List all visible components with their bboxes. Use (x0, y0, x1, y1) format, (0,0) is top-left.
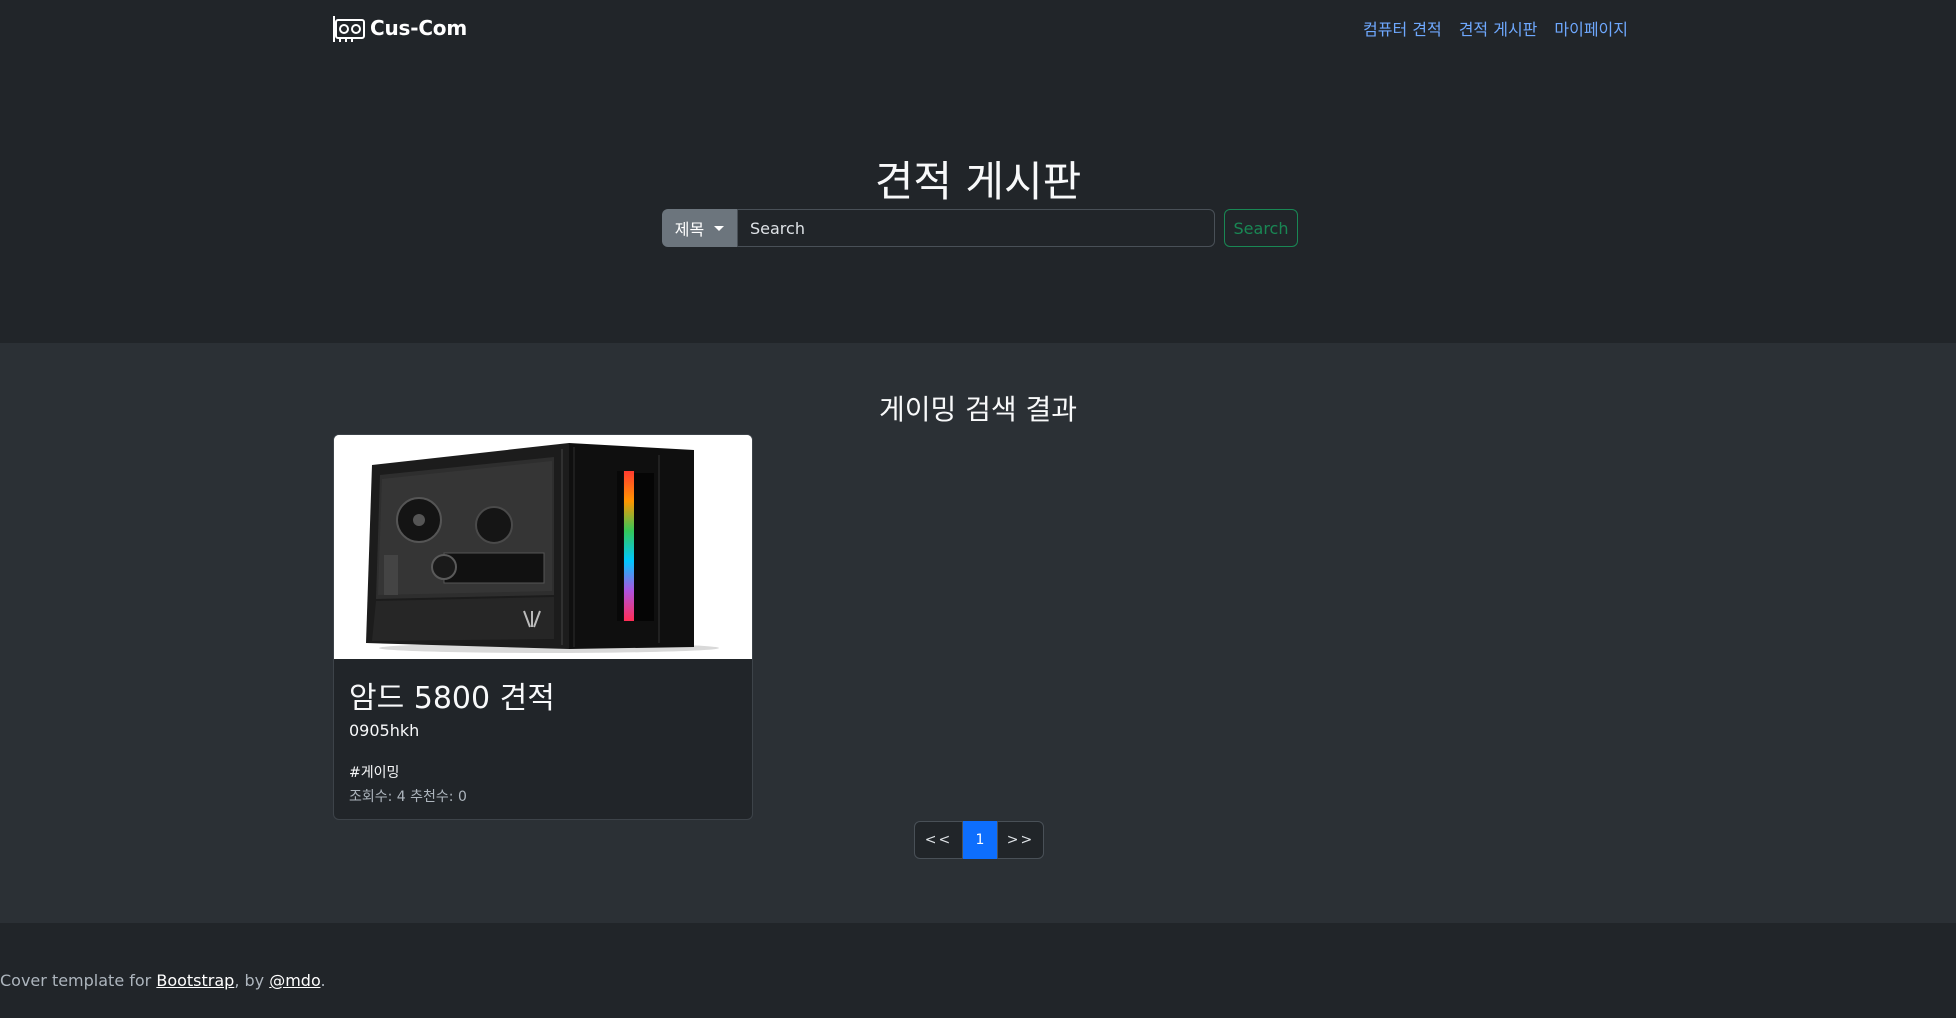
results-title: 게이밍 검색 결과 (878, 393, 1078, 426)
page-header: Cus-Com 컴퓨터 견적 견적 게시판 마이페이지 견적 게시판 제목 Se… (0, 0, 1956, 343)
footer-link-mdo[interactable]: @mdo (269, 971, 320, 990)
search-filter-dropdown[interactable]: 제목 (662, 209, 737, 247)
pagination-next[interactable]: >> (997, 821, 1044, 859)
brand-name: Cus-Com (370, 16, 467, 40)
page-footer: Cover template for Bootstrap, by @mdo. (0, 923, 1956, 1018)
card-stats: 조회수: 4 추천수: 0 (349, 789, 467, 805)
nav-item-pc-estimate[interactable]: 컴퓨터 견적 (1363, 16, 1442, 40)
pc-case-image (334, 435, 752, 659)
card-author: 0905hkh (349, 721, 420, 740)
card-tag: #게이밍 (349, 765, 400, 781)
pagination: << 1 >> (914, 821, 1044, 859)
footer-middle: , by (234, 971, 270, 990)
search-bar: 제목 Search (662, 209, 1298, 247)
nav-item-mypage[interactable]: 마이페이지 (1554, 16, 1628, 40)
footer-suffix: . (320, 971, 326, 990)
main-nav: 컴퓨터 견적 견적 게시판 마이페이지 (1363, 16, 1628, 40)
search-input[interactable] (737, 209, 1215, 247)
footer-link-bootstrap[interactable]: Bootstrap (156, 971, 234, 990)
caret-down-icon (714, 225, 725, 231)
results-section: 게이밍 검색 결과 암드 5800 견적 0905hkh #게이밍 조회수: 4… (0, 343, 1956, 923)
card-title: 암드 5800 견적 (349, 681, 555, 716)
search-button[interactable]: Search (1224, 209, 1298, 247)
page-title: 견적 게시판 (874, 157, 1082, 206)
estimate-card[interactable]: 암드 5800 견적 0905hkh #게이밍 조회수: 4 추천수: 0 (333, 434, 753, 820)
search-filter-label: 제목 (674, 220, 705, 239)
nav-item-estimate-board[interactable]: 견적 게시판 (1459, 16, 1538, 40)
graphics-card-icon (333, 16, 365, 42)
pagination-prev[interactable]: << (914, 821, 963, 859)
footer-text: Cover template for Bootstrap, by @mdo. (0, 971, 326, 990)
brand-logo-link[interactable]: Cus-Com (332, 12, 467, 44)
pagination-page-1[interactable]: 1 (963, 821, 997, 859)
footer-prefix: Cover template for (0, 971, 157, 990)
